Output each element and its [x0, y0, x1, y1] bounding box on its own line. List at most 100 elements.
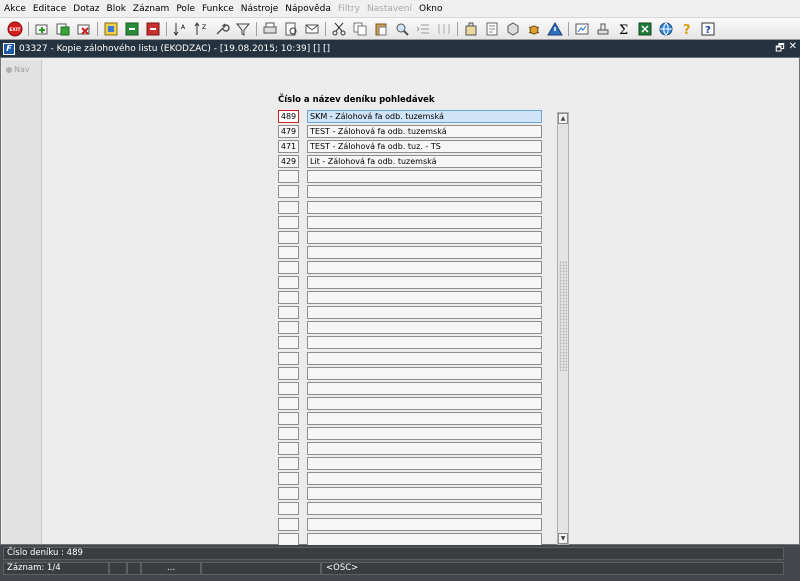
journal-name-field[interactable] [307, 411, 542, 425]
journal-name-field[interactable] [307, 381, 542, 395]
mail-icon[interactable] [303, 20, 320, 37]
journal-name-field[interactable]: TEST - Zálohová fa odb. tuzemská [307, 125, 542, 139]
journal-name-field[interactable] [307, 396, 542, 410]
stamp-icon[interactable] [594, 20, 611, 37]
journal-name-field[interactable] [307, 276, 542, 290]
journal-code-field[interactable] [278, 230, 299, 244]
journal-code-field[interactable] [278, 200, 299, 214]
indent-icon[interactable] [414, 20, 431, 37]
journal-code-field[interactable] [278, 502, 299, 516]
copy-icon[interactable] [351, 20, 368, 37]
bug-icon[interactable] [525, 20, 542, 37]
journal-name-field[interactable] [307, 472, 542, 486]
journal-code-field[interactable] [278, 351, 299, 365]
journal-code-field[interactable] [278, 472, 299, 486]
context-help-icon[interactable]: ? [699, 20, 716, 37]
journal-name-field[interactable] [307, 336, 542, 350]
wrench-icon[interactable] [213, 20, 230, 37]
nav-button[interactable]: Nav [6, 65, 41, 74]
journal-code-field[interactable] [278, 306, 299, 320]
journal-name-field[interactable] [307, 426, 542, 440]
journal-name-field[interactable] [307, 457, 542, 471]
journal-name-field[interactable]: TEST - Zálohová fa odb. tuz. - TS [307, 140, 542, 154]
exit-button[interactable]: EXIT [6, 20, 23, 37]
scroll-thumb[interactable] [559, 261, 567, 371]
find-icon[interactable] [393, 20, 410, 37]
menu-3[interactable]: Blok [107, 4, 126, 14]
journal-code-field[interactable] [278, 291, 299, 305]
print-icon[interactable] [261, 20, 278, 37]
journal-code-field[interactable] [278, 532, 299, 546]
menu-5[interactable]: Pole [176, 4, 195, 14]
journal-code-field[interactable] [278, 170, 299, 184]
journal-name-field[interactable] [307, 517, 542, 531]
menu-2[interactable]: Dotaz [73, 4, 99, 14]
duplicate-record-button[interactable] [54, 20, 71, 37]
menu-11[interactable]: Okno [419, 4, 443, 14]
journal-name-field[interactable] [307, 442, 542, 456]
journal-name-field[interactable] [307, 502, 542, 516]
menu-0[interactable]: Akce [4, 4, 26, 14]
filter-icon[interactable] [234, 20, 251, 37]
journal-name-field[interactable] [307, 366, 542, 380]
journal-name-field[interactable] [307, 245, 542, 259]
help-icon[interactable]: ? [678, 20, 695, 37]
journal-code-field[interactable] [278, 487, 299, 501]
journal-code-field[interactable] [278, 442, 299, 456]
columns-icon[interactable] [435, 20, 452, 37]
journal-name-field[interactable] [307, 321, 542, 335]
menu-4[interactable]: Záznam [133, 4, 169, 14]
journal-code-field[interactable] [278, 426, 299, 440]
paste-icon[interactable] [372, 20, 389, 37]
journal-code-field[interactable]: 489 [278, 110, 299, 123]
journal-code-field[interactable] [278, 396, 299, 410]
journal-code-field[interactable]: 429 [278, 155, 299, 169]
menu-8[interactable]: Nápověda [285, 4, 331, 14]
warning-icon[interactable] [546, 20, 563, 37]
journal-name-field[interactable]: Lit - Zálohová fa odb. tuzemská [307, 155, 542, 169]
menu-1[interactable]: Editace [33, 4, 66, 14]
sort-descending-icon[interactable]: Z [192, 20, 209, 37]
journal-name-field[interactable] [307, 260, 542, 274]
journal-code-field[interactable] [278, 215, 299, 229]
journal-name-field[interactable] [307, 230, 542, 244]
building-icon[interactable] [462, 20, 479, 37]
excel-icon[interactable] [636, 20, 653, 37]
journal-name-field[interactable] [307, 351, 542, 365]
journal-code-field[interactable] [278, 366, 299, 380]
report-icon[interactable] [573, 20, 590, 37]
scroll-up-icon[interactable]: ▲ [558, 113, 568, 124]
journal-code-field[interactable] [278, 321, 299, 335]
query-cancel-button[interactable] [144, 20, 161, 37]
journal-code-field[interactable]: 471 [278, 140, 299, 154]
query-enter-button[interactable] [102, 20, 119, 37]
cut-icon[interactable] [330, 20, 347, 37]
journal-name-field[interactable] [307, 170, 542, 184]
scroll-down-icon[interactable]: ▼ [558, 533, 568, 544]
journal-code-field[interactable] [278, 185, 299, 199]
journal-code-field[interactable] [278, 260, 299, 274]
journal-code-field[interactable] [278, 276, 299, 290]
vertical-scrollbar[interactable]: ▲ ▼ [557, 112, 569, 545]
query-execute-button[interactable] [123, 20, 140, 37]
insert-record-button[interactable] [33, 20, 50, 37]
restore-icon[interactable]: 🗗 [775, 41, 784, 58]
sum-icon[interactable]: Σ [615, 20, 632, 37]
journal-name-field[interactable] [307, 200, 542, 214]
journal-code-field[interactable] [278, 457, 299, 471]
delete-record-button[interactable] [75, 20, 92, 37]
journal-name-field[interactable] [307, 215, 542, 229]
close-icon[interactable]: ✕ [789, 41, 797, 58]
globe-icon[interactable] [657, 20, 674, 37]
sort-ascending-icon[interactable]: A [171, 20, 188, 37]
journal-name-field[interactable] [307, 487, 542, 501]
journal-name-field[interactable] [307, 306, 542, 320]
journal-name-field[interactable] [307, 185, 542, 199]
print-preview-icon[interactable] [282, 20, 299, 37]
cube-icon[interactable] [504, 20, 521, 37]
journal-code-field[interactable] [278, 517, 299, 531]
journal-name-field[interactable]: SKM - Zálohová fa odb. tuzemská [307, 110, 542, 123]
menu-6[interactable]: Funkce [202, 4, 234, 14]
journal-code-field[interactable] [278, 411, 299, 425]
document-icon[interactable] [483, 20, 500, 37]
